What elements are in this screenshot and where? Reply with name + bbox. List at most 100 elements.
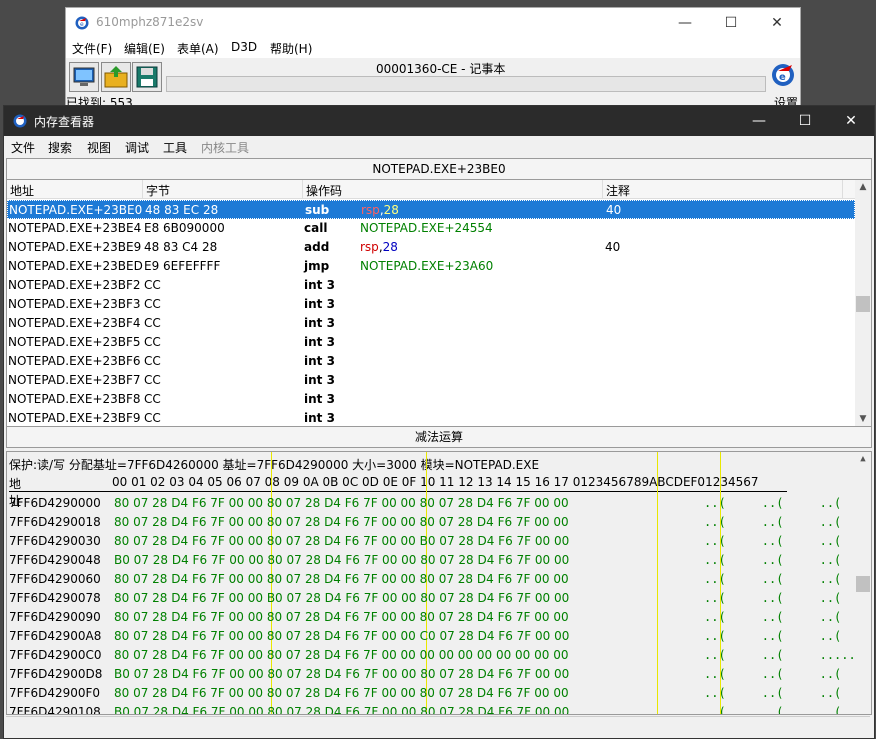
- hex-row-address: 7FF6D4290078: [9, 591, 101, 605]
- folder-open-icon: [104, 66, 128, 88]
- main-titlebar: e 610mphz871e2sv — ☐ ✕: [66, 8, 800, 38]
- mv-menu-search[interactable]: 搜索: [48, 139, 72, 156]
- disassembler-address-bar[interactable]: NOTEPAD.EXE+23BE0: [6, 158, 872, 180]
- mv-menu-kernel-tools[interactable]: 内核工具: [201, 139, 249, 156]
- disasm-address: NOTEPAD.EXE+23BE9: [8, 240, 142, 254]
- hex-row-ascii[interactable]: ..( ..( ..(: [704, 513, 871, 532]
- disassembler-header: 地址 字节 操作码 注释: [7, 180, 855, 199]
- disasm-row[interactable]: NOTEPAD.EXE+23BF2 CC int 3: [7, 276, 855, 295]
- hex-row-ascii[interactable]: ..( ..( ..(: [704, 627, 871, 646]
- hex-row-ascii[interactable]: ..( ..( ..(: [704, 665, 871, 684]
- menu-d3d[interactable]: D3D: [231, 40, 257, 54]
- scrollbar-thumb[interactable]: [856, 576, 870, 592]
- hex-row-bytes[interactable]: B0 07 28 D4 F6 7F 00 00 80 07 28 D4 F6 7…: [114, 551, 569, 570]
- hex-header-columns: 00 01 02 03 04 05 06 07 08 09 0A 0B 0C 0…: [112, 475, 759, 489]
- hex-row-ascii[interactable]: ..( ..( ..(: [704, 570, 871, 589]
- disasm-address: NOTEPAD.EXE+23BE0: [9, 203, 143, 217]
- disasm-row[interactable]: NOTEPAD.EXE+23BF6 CC int 3: [7, 352, 855, 371]
- scroll-down-icon[interactable]: ▼: [855, 414, 871, 424]
- memory-viewer-title: 内存查看器: [34, 115, 95, 129]
- hex-row-bytes[interactable]: 80 07 28 D4 F6 7F 00 00 80 07 28 D4 F6 7…: [114, 570, 569, 589]
- disasm-comment: 40: [605, 240, 621, 254]
- hex-row-address: 7FF6D4290090: [9, 610, 101, 624]
- cheat-engine-logo-icon[interactable]: e: [770, 62, 796, 88]
- hex-row-bytes[interactable]: 80 07 28 D4 F6 7F 00 00 80 07 28 D4 F6 7…: [114, 646, 568, 665]
- col-header-comment[interactable]: 注释: [606, 182, 630, 199]
- disasm-bytes: CC: [144, 354, 161, 368]
- open-file-button[interactable]: [101, 62, 131, 92]
- operand-symbol: NOTEPAD.EXE+24554: [360, 221, 493, 235]
- menu-help[interactable]: 帮助(H): [270, 40, 312, 57]
- disasm-row[interactable]: NOTEPAD.EXE+23BF8 CC int 3: [7, 390, 855, 409]
- col-header-address[interactable]: 地址: [10, 182, 34, 199]
- disasm-row[interactable]: NOTEPAD.EXE+23BF3 CC int 3: [7, 295, 855, 314]
- disasm-row[interactable]: NOTEPAD.EXE+23BE4 E8 6B090000 call NOTEPAD.…: [7, 219, 855, 238]
- scroll-up-icon[interactable]: ▲: [855, 182, 871, 192]
- mv-menu-tools[interactable]: 工具: [163, 139, 187, 156]
- disasm-opcode: call: [304, 221, 328, 235]
- hex-row-ascii[interactable]: ..( ..( ..(: [704, 532, 871, 551]
- disassembler-scrollbar[interactable]: ▲ ▼: [855, 180, 871, 426]
- disasm-row[interactable]: NOTEPAD.EXE+23BF9 CC int 3: [7, 409, 855, 426]
- hex-scrollbar[interactable]: ▲: [855, 452, 871, 714]
- minimize-button[interactable]: —: [662, 8, 708, 38]
- hex-row-ascii[interactable]: ..( ..( ..(: [704, 551, 871, 570]
- hex-row-ascii[interactable]: ..( ..( ..(: [704, 589, 871, 608]
- memory-viewer-titlebar: 内存查看器 — ☐ ✕: [4, 106, 874, 136]
- disasm-address: NOTEPAD.EXE+23BF7: [8, 373, 141, 387]
- disasm-address: NOTEPAD.EXE+23BF5: [8, 335, 141, 349]
- disasm-row[interactable]: NOTEPAD.EXE+23BE9 48 83 C4 28 add rsp,28 40: [7, 238, 855, 257]
- menu-table[interactable]: 表单(A): [177, 40, 219, 57]
- hex-row-bytes[interactable]: 80 07 28 D4 F6 7F 00 00 80 07 28 D4 F6 7…: [114, 513, 569, 532]
- disassembler-view[interactable]: 地址 字节 操作码 注释 NOTEPAD.EXE+23BE0 48 83 EC 2…: [6, 179, 872, 427]
- hex-row-bytes[interactable]: 80 07 28 D4 F6 7F 00 00 80 07 28 D4 F6 7…: [114, 532, 569, 551]
- svg-text:e: e: [779, 72, 786, 83]
- hex-row-ascii[interactable]: ..( ..( ........: [704, 646, 871, 665]
- menu-file[interactable]: 文件(F): [72, 40, 112, 57]
- hex-row-address: 7FF6D4290048: [9, 553, 101, 567]
- memory-viewer-menubar: 文件 搜索 视图 调试 工具 内核工具: [4, 136, 874, 156]
- disasm-row[interactable]: NOTEPAD.EXE+23BED E9 6EFEFFFF jmp NOTEPAD.E…: [7, 257, 855, 276]
- disasm-row[interactable]: NOTEPAD.EXE+23BE0 48 83 EC 28 sub rsp,28 40: [7, 200, 855, 219]
- hex-row-bytes[interactable]: B0 07 28 D4 F6 7F 00 00 80 07 28 D4 F6 7…: [114, 703, 569, 714]
- minimize-button[interactable]: —: [736, 106, 782, 136]
- hex-row-ascii[interactable]: ..( ..( ..(: [704, 494, 871, 513]
- hex-row-ascii[interactable]: ..( ..( ..(: [704, 684, 871, 703]
- hex-row-bytes[interactable]: 80 07 28 D4 F6 7F 00 00 80 07 28 D4 F6 7…: [114, 684, 569, 703]
- mv-menu-debug[interactable]: 调试: [125, 139, 149, 156]
- col-header-opcode[interactable]: 操作码: [306, 182, 342, 199]
- close-button[interactable]: ✕: [828, 106, 874, 136]
- maximize-button[interactable]: ☐: [782, 106, 828, 136]
- scroll-up-icon[interactable]: ▲: [855, 454, 871, 464]
- disasm-bytes: CC: [144, 335, 161, 349]
- hex-row-bytes[interactable]: 80 07 28 D4 F6 7F 00 00 80 07 28 D4 F6 7…: [114, 627, 569, 646]
- hex-row-bytes[interactable]: 80 07 28 D4 F6 7F 00 00 80 07 28 D4 F6 7…: [114, 494, 569, 513]
- hex-horizontal-scrollbar[interactable]: [6, 716, 870, 735]
- close-button[interactable]: ✕: [754, 8, 800, 38]
- hex-row-address: 7FF6D4290108: [9, 705, 101, 715]
- scrollbar-thumb[interactable]: [856, 296, 870, 312]
- hex-row-bytes[interactable]: B0 07 28 D4 F6 7F 00 00 80 07 28 D4 F6 7…: [114, 665, 569, 684]
- mv-menu-view[interactable]: 视图: [87, 139, 111, 156]
- save-button[interactable]: [132, 62, 162, 92]
- hex-row-ascii[interactable]: ..( ..( ..(: [704, 608, 871, 627]
- hex-row-address: 7FF6D42900F0: [9, 686, 101, 700]
- disasm-row[interactable]: NOTEPAD.EXE+23BF5 CC int 3: [7, 333, 855, 352]
- operand-register: rsp: [360, 240, 379, 254]
- hex-row-bytes[interactable]: 80 07 28 D4 F6 7F 00 00 80 07 28 D4 F6 7…: [114, 608, 569, 627]
- disasm-opcode: int 3: [304, 335, 335, 349]
- mv-menu-file[interactable]: 文件: [11, 139, 35, 156]
- col-header-bytes[interactable]: 字节: [146, 182, 170, 199]
- hex-view[interactable]: 保护:读/写 分配基址=7FF6D4260000 基址=7FF6D4290000…: [6, 451, 872, 715]
- hex-row-ascii[interactable]: ..( ..( ..(: [704, 703, 871, 714]
- disasm-row[interactable]: NOTEPAD.EXE+23BF4 CC int 3: [7, 314, 855, 333]
- disasm-opcode: jmp: [304, 259, 330, 273]
- disasm-opcode: int 3: [304, 316, 335, 330]
- disasm-comment: 40: [606, 203, 622, 217]
- disasm-opcode: int 3: [304, 373, 335, 387]
- menu-edit[interactable]: 编辑(E): [124, 40, 165, 57]
- open-process-button[interactable]: [69, 62, 99, 92]
- maximize-button[interactable]: ☐: [708, 8, 754, 38]
- disasm-row[interactable]: NOTEPAD.EXE+23BF7 CC int 3: [7, 371, 855, 390]
- hex-row-bytes[interactable]: 80 07 28 D4 F6 7F 00 00 B0 07 28 D4 F6 7…: [114, 589, 569, 608]
